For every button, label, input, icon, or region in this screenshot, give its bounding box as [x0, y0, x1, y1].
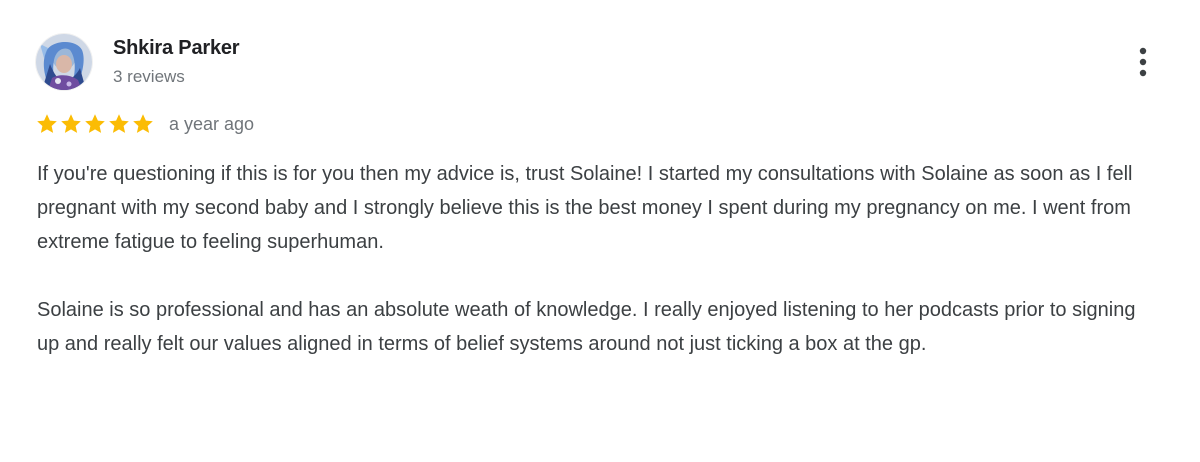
avatar-image [36, 34, 92, 90]
star-icon [85, 114, 105, 133]
avatar[interactable] [36, 34, 92, 90]
more-options-button[interactable] [1128, 44, 1158, 80]
star-icon [133, 114, 153, 133]
review-paragraph-2: Solaine is so professional and has an ab… [37, 299, 1136, 355]
review-paragraph-1: If you're questioning if this is for you… [37, 163, 1133, 253]
review-text: If you're questioning if this is for you… [37, 157, 1157, 361]
author-name[interactable]: Shkira Parker [113, 37, 240, 60]
more-vert-icon [1139, 47, 1147, 77]
star-rating [35, 112, 155, 136]
review-time: a year ago [169, 114, 255, 134]
star-icon [37, 114, 57, 133]
star-icon [109, 114, 129, 133]
author-review-count[interactable]: 3 reviews [113, 67, 185, 87]
star-icon [61, 114, 81, 133]
